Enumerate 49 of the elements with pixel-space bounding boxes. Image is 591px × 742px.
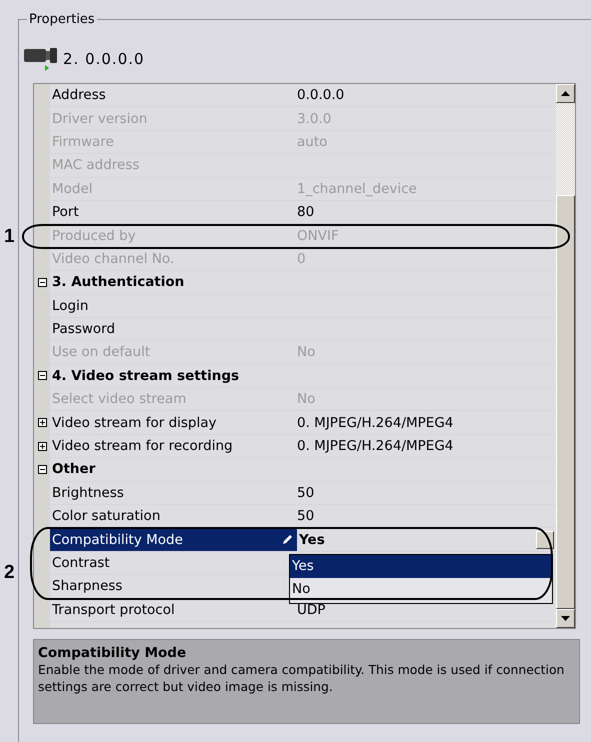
property-value: 80 — [297, 204, 314, 220]
property-name[interactable]: Address — [50, 84, 297, 106]
property-value: 1_channel_device — [297, 180, 417, 197]
collapse-toggle[interactable] — [38, 278, 46, 287]
category-label: 4. Video stream settings — [51, 366, 240, 386]
description-text: Enable the mode of driver and camera compatibility. This mode is used if connection settings are correct but video image is missing. — [38, 661, 566, 695]
category-label: 3. Authentication — [51, 273, 184, 292]
camera-icon — [23, 46, 59, 72]
property-name[interactable]: Login — [50, 294, 297, 317]
down-arrow-icon — [561, 616, 570, 621]
property-name[interactable]: Video stream for display — [50, 411, 297, 434]
property-name[interactable]: Transport protocol — [50, 598, 297, 621]
property-name[interactable]: Video stream for recording — [50, 434, 297, 458]
property-value: 50 — [297, 508, 314, 524]
collapse-toggle[interactable] — [38, 371, 46, 380]
property-name[interactable]: Password — [50, 318, 297, 340]
property-value: No — [297, 344, 316, 360]
property-value: 0 — [297, 250, 306, 267]
property-value: 0. MJPEG/H.264/MPEG4 — [297, 438, 454, 454]
device-name: 2. 0.0.0.0 — [63, 50, 145, 68]
property-name[interactable]: Compatibility Mode — [50, 528, 297, 551]
property-value: auto — [297, 134, 328, 150]
property-value: Yes — [298, 532, 325, 548]
up-arrow-icon — [561, 91, 570, 96]
property-value: 50 — [297, 484, 314, 501]
callout-number: 2 — [4, 562, 15, 584]
scroll-up-button[interactable] — [556, 84, 575, 103]
collapse-toggle[interactable] — [38, 464, 46, 474]
property-value: ONVIF — [297, 228, 339, 244]
callout-number: 1 — [4, 226, 15, 248]
property-value: UDP — [297, 602, 326, 618]
description-title: Compatibility Mode — [38, 645, 188, 661]
category-label: Other — [51, 460, 96, 480]
dropdown-button[interactable] — [536, 530, 554, 549]
property-name[interactable]: Port — [50, 200, 297, 224]
panel-title: Properties — [28, 12, 96, 27]
pencil-icon — [281, 534, 293, 546]
scrollbar-thumb[interactable] — [556, 195, 575, 609]
dropdown-option[interactable]: Yes — [290, 555, 552, 578]
property-value: 0.0.0.0 — [297, 87, 344, 104]
dropdown-option[interactable]: No — [290, 578, 552, 601]
scroll-down-button[interactable] — [556, 609, 575, 628]
property-value: 3.0.0 — [297, 110, 332, 127]
property-name[interactable]: Color saturation — [50, 505, 297, 528]
property-value: 0. MJPEG/H.264/MPEG4 — [297, 414, 454, 431]
property-value: No — [297, 391, 316, 408]
expand-toggle[interactable] — [38, 442, 46, 451]
expand-toggle[interactable] — [38, 418, 46, 428]
property-name[interactable]: Brightness — [50, 482, 297, 504]
